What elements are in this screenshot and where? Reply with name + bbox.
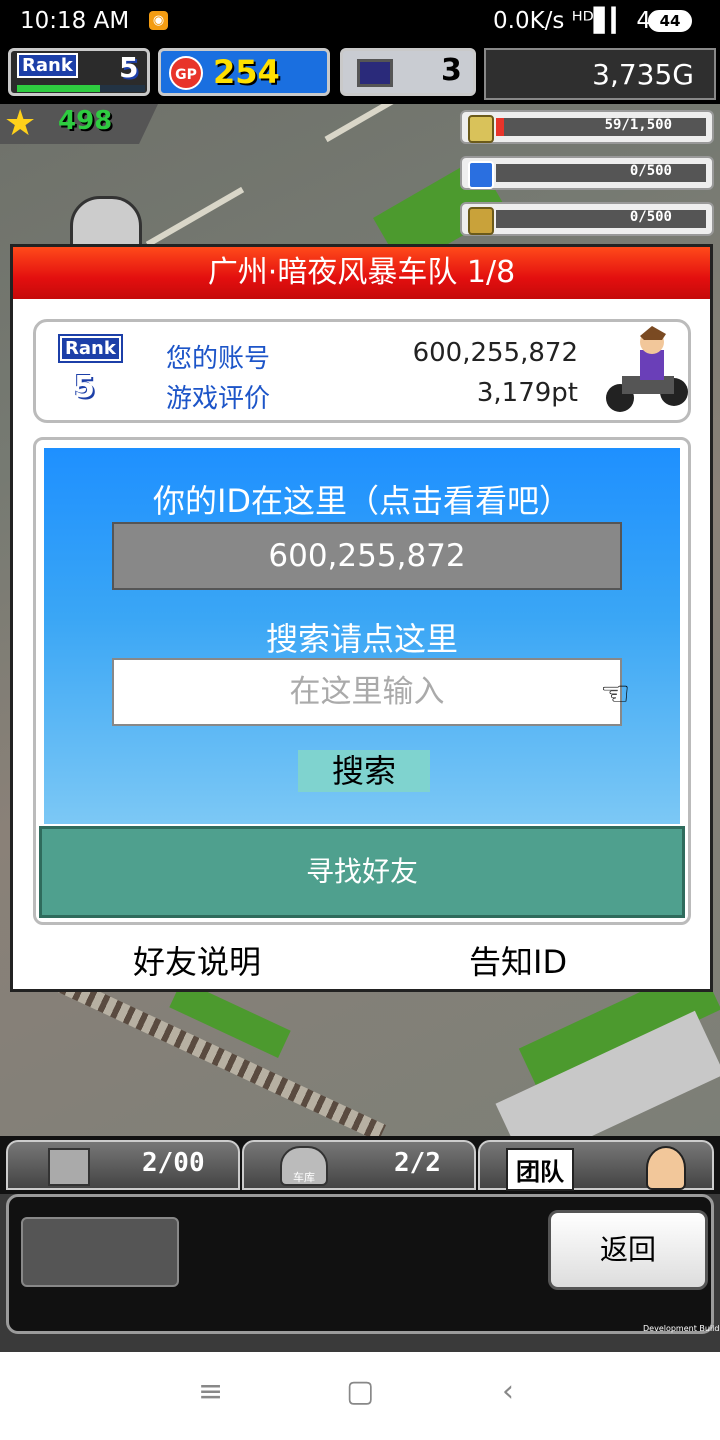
back-icon[interactable]: ‹: [502, 1374, 514, 1409]
resource-count: 0/500: [629, 209, 672, 225]
rank-value: 5: [74, 370, 95, 405]
tab-garage[interactable]: 车库 2/2: [242, 1140, 476, 1190]
team-label: 团队: [506, 1148, 574, 1191]
star-icon: ★: [4, 103, 37, 144]
resource-count: 59/1,500: [604, 117, 672, 133]
search-panel: 你的ID在这里（点击看看吧） 600,255,872 搜索请点这里 在这里输入 …: [33, 437, 691, 925]
app-notification-icon: ◉: [149, 11, 168, 30]
rank-label: Rank: [58, 334, 123, 363]
resource-bar-bottle: 0/500: [460, 156, 714, 190]
star-value: 498: [58, 106, 113, 136]
pointing-hand-icon: ☜: [600, 674, 631, 714]
friend-help-link[interactable]: 好友说明: [133, 937, 261, 983]
player-info-card: Rank 5 您的账号 600,255,872 游戏评价 3,179pt: [33, 319, 691, 423]
gp-display[interactable]: GP 254: [158, 48, 330, 96]
back-button[interactable]: 返回: [548, 1210, 708, 1290]
search-input[interactable]: 在这里输入: [112, 658, 622, 726]
star-display: ★ 498: [0, 104, 158, 144]
search-button[interactable]: 搜索: [298, 750, 430, 792]
find-friend-button[interactable]: 寻找好友: [39, 826, 685, 918]
dev-build-label: Development Build: [643, 1324, 720, 1333]
gold-value: 3,735G: [592, 58, 694, 91]
rating-label: 游戏评价: [166, 384, 271, 414]
rank-label: Rank: [17, 53, 78, 78]
bottle-icon: [468, 161, 494, 189]
search-heading: 搜索请点这里: [265, 620, 458, 658]
account-value: 600,255,872: [412, 338, 578, 368]
resource-bar-wheat: 0/500: [460, 202, 714, 236]
computer-display[interactable]: 3: [340, 48, 476, 96]
resource-count: 0/500: [629, 163, 672, 179]
battery-icon: 44: [648, 10, 692, 32]
status-bar: 10:18 AM ◉ 0.0K/s ᴴᴰ▋▎ 4G 44: [0, 0, 720, 44]
tab-team[interactable]: 团队: [478, 1140, 714, 1191]
tab-count: 2/00: [142, 1148, 205, 1178]
account-label: 您的账号: [166, 344, 271, 374]
rank-display: Rank 5: [8, 48, 150, 96]
computer-value: 3: [441, 53, 462, 88]
empty-slot[interactable]: [21, 1217, 179, 1287]
id-heading: 你的ID在这里（点击看看吧）: [152, 482, 572, 520]
computer-icon: [357, 59, 393, 87]
dialog-title: 广州·暗夜风暴车队 1/8: [13, 247, 710, 299]
gp-value: 254: [213, 53, 280, 91]
menu-icon[interactable]: ≡: [198, 1374, 223, 1409]
rank-progress-bar: [17, 85, 145, 92]
tab-buildings[interactable]: 2/00: [6, 1140, 240, 1190]
id-search-area: 你的ID在这里（点击看看吧） 600,255,872 搜索请点这里 在这里输入 …: [44, 448, 680, 824]
rank-value: 5: [119, 51, 139, 84]
network-status: 0.0K/s ᴴᴰ▋▎ 4G: [493, 8, 669, 34]
tab-count: 2/2: [394, 1148, 441, 1178]
coin-stack-icon: [468, 115, 494, 143]
home-icon[interactable]: ▢: [346, 1374, 374, 1409]
motorcycle-avatar-icon: [606, 326, 688, 412]
clock: 10:18 AM: [20, 8, 130, 34]
gp-icon: GP: [169, 56, 203, 90]
garage-car-icon: 车库: [280, 1146, 328, 1186]
team-icon: [646, 1146, 686, 1190]
share-id-link[interactable]: 告知ID: [469, 937, 567, 983]
wheat-icon: [468, 207, 494, 235]
system-nav-bar: ≡ ▢ ‹: [0, 1352, 720, 1440]
friend-dialog: 广州·暗夜风暴车队 1/8 Rank 5 您的账号 600,255,872 游戏…: [10, 244, 713, 992]
gold-display: 3,735G: [484, 48, 716, 100]
my-id-field[interactable]: 600,255,872: [112, 522, 622, 590]
building-block-icon: [48, 1148, 90, 1186]
rating-value: 3,179pt: [476, 378, 578, 408]
resource-bar-coins: 59/1,500: [460, 110, 714, 144]
